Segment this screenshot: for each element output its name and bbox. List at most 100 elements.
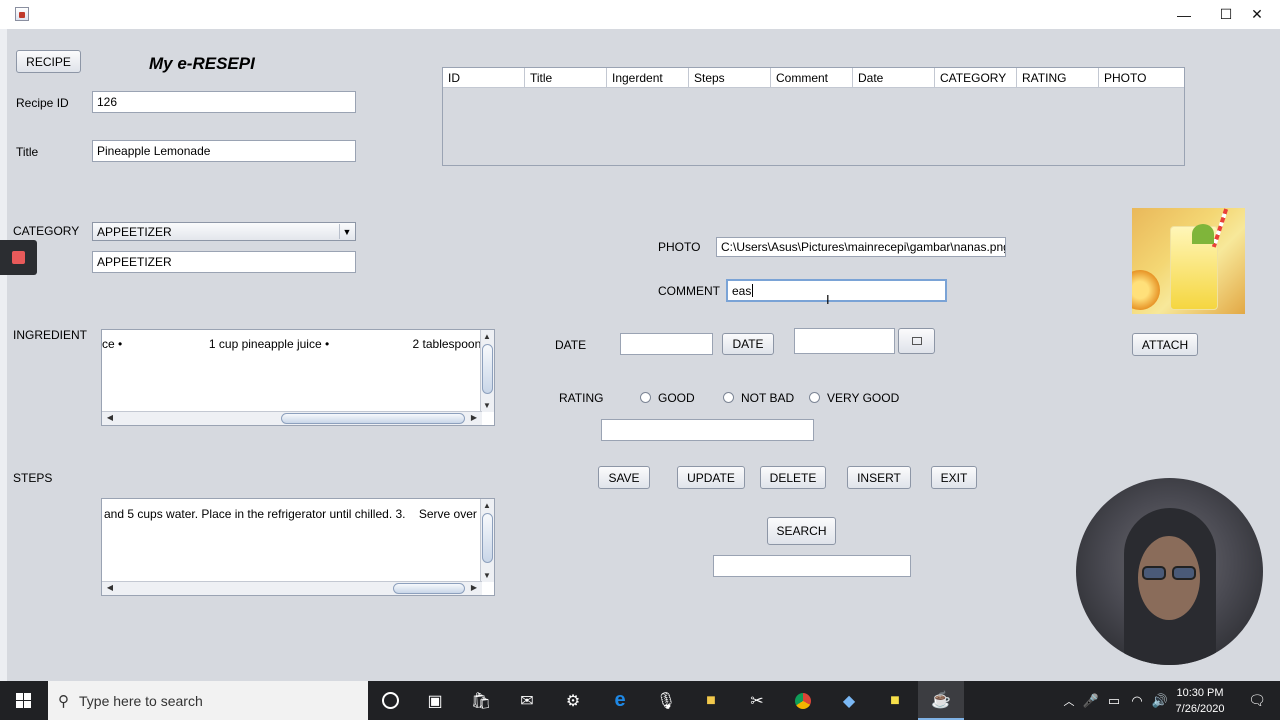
date-chooser-input[interactable] [794,328,895,354]
sticky-notes-icon[interactable]: ■ [872,681,918,720]
text-cursor-icon: I [826,292,830,307]
rating-not-bad-radio[interactable] [723,392,734,403]
ingredient-vertical-scrollbar[interactable]: ▲ ▼ [480,330,494,412]
java-app-taskbar-icon[interactable]: ☕ [918,681,964,720]
record-stop-button[interactable] [0,240,37,275]
steps-label: STEPS [13,471,53,485]
java-app-icon [15,7,29,21]
rating-not-bad-label[interactable]: NOT BAD [741,391,794,405]
steps-vertical-scrollbar[interactable]: ▲ ▼ [480,499,494,582]
column-header[interactable]: ID [443,68,525,87]
exit-button[interactable]: EXIT [931,466,977,489]
column-header[interactable]: CATEGORY [935,68,1017,87]
scroll-thumb[interactable] [393,583,465,594]
voice-recorder-icon[interactable]: 🎙 [643,681,689,720]
taskbar-clock[interactable]: 10:30 PM 7/26/2020 [1174,685,1226,717]
text-caret [752,284,754,297]
update-button[interactable]: UPDATE [677,466,745,489]
rating-very-good-radio[interactable] [809,392,820,403]
search-icon: ⚲ [58,692,69,710]
scroll-thumb[interactable] [281,413,465,424]
save-button[interactable]: SAVE [598,466,650,489]
steps-text: and 5 cups water. Place in the refrigera… [104,507,495,521]
title-input[interactable]: Pineapple Lemonade [92,140,356,162]
edge-icon[interactable]: e [597,681,643,720]
title-label: Title [16,145,39,159]
column-header[interactable]: RATING [1017,68,1099,87]
taskbar-search-placeholder: Type here to search [79,692,203,709]
category-label: CATEGORY [13,224,80,238]
comment-label: COMMENT [658,284,720,298]
chevron-down-icon[interactable]: ▼ [339,224,354,239]
ingredient-horizontal-scrollbar[interactable]: ◀ ▶ [102,411,482,425]
category-dropdown[interactable]: APPEETIZER ▼ [92,222,356,241]
date-input[interactable] [620,333,713,355]
scroll-right-icon[interactable]: ▶ [468,413,480,422]
date-button[interactable]: DATE [722,333,774,355]
rating-good-radio[interactable] [640,392,651,403]
photo-path-input[interactable]: C:\Users\Asus\Pictures\mainrecepi\gambar… [716,237,1006,257]
scroll-left-icon[interactable]: ◀ [104,413,116,422]
volume-icon[interactable]: 🔊 [1149,681,1171,720]
ingredient-textarea[interactable]: ce • 1 cup pineapple juice • 2 tablespoo… [101,329,495,426]
column-header[interactable]: Steps [689,68,771,87]
microphone-icon[interactable]: 🎤 [1080,681,1102,720]
window-left-edge [0,29,7,681]
windows-taskbar: ⚲ Type here to search ▣ 🛍 ✉ ⚙ e 🎙 ■ ✂ ◆ … [0,681,1280,720]
cortana-icon[interactable] [367,681,413,720]
category-selected-value: APPEETIZER [97,224,172,239]
scroll-thumb[interactable] [482,513,493,563]
search-input[interactable] [713,555,911,577]
window-titlebar: — ☐ ✕ [0,0,1280,29]
recipe-button[interactable]: RECIPE [16,50,81,73]
file-explorer-icon[interactable]: ■ [688,681,734,720]
windows-start-icon[interactable] [0,681,46,720]
column-header[interactable]: Ingerdent [607,68,689,87]
minimize-button[interactable]: — [1161,0,1207,29]
taskbar-search-box[interactable]: ⚲ Type here to search [48,681,368,720]
calendar-icon [911,337,922,345]
recipe-id-input[interactable]: 126 [92,91,356,113]
scroll-right-icon[interactable]: ▶ [468,583,480,592]
recipe-table[interactable]: ID Title Ingerdent Steps Comment Date CA… [442,67,1185,166]
fruit-slice-shape [1132,270,1160,310]
attach-button[interactable]: ATTACH [1132,333,1198,356]
scroll-up-icon[interactable]: ▲ [481,332,493,341]
chrome-icon[interactable] [780,681,826,720]
app-icon[interactable]: ⚙ [550,681,596,720]
leaf-shape [1192,224,1214,244]
column-header[interactable]: Title [525,68,607,87]
steps-horizontal-scrollbar[interactable]: ◀ ▶ [102,581,482,595]
scroll-thumb[interactable] [482,344,493,394]
rating-very-good-label[interactable]: VERY GOOD [827,391,899,405]
notification-icon[interactable]: 🗨 [1234,681,1280,720]
calendar-button[interactable] [898,328,935,354]
store-icon[interactable]: 🛍 [458,681,504,720]
date-label: DATE [555,338,587,352]
mail-icon[interactable]: ✉ [504,681,550,720]
scroll-up-icon[interactable]: ▲ [481,501,493,510]
task-view-icon[interactable]: ▣ [412,681,458,720]
insert-button[interactable]: INSERT [847,466,911,489]
column-header[interactable]: PHOTO [1099,68,1184,87]
steps-textarea[interactable]: and 5 cups water. Place in the refrigera… [101,498,495,596]
scroll-down-icon[interactable]: ▼ [481,401,493,410]
column-header[interactable]: Comment [771,68,853,87]
taskbar-date: 7/26/2020 [1175,703,1225,715]
scroll-left-icon[interactable]: ◀ [104,583,116,592]
wifi-icon[interactable]: ◠ [1126,681,1148,720]
snipping-tool-icon[interactable]: ✂ [734,681,780,720]
rating-input[interactable] [601,419,814,441]
comment-input[interactable]: eas [726,279,947,302]
chevron-up-icon[interactable]: ︿ [1058,681,1080,720]
rating-good-label[interactable]: GOOD [658,391,695,405]
virtualbox-icon[interactable]: ◆ [826,681,872,720]
column-header[interactable]: Date [853,68,935,87]
category-input[interactable]: APPEETIZER [92,251,356,273]
scroll-down-icon[interactable]: ▼ [481,571,493,580]
close-button[interactable]: ✕ [1234,0,1280,29]
search-button[interactable]: SEARCH [767,517,836,545]
delete-button[interactable]: DELETE [760,466,826,489]
battery-icon[interactable]: ▭ [1103,681,1125,720]
ingredient-label: INGREDIENT [13,328,88,342]
